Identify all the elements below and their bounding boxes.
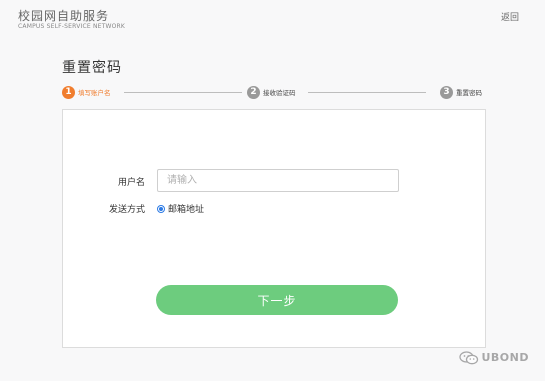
watermark: UBOND bbox=[459, 350, 529, 365]
username-input[interactable] bbox=[157, 169, 399, 192]
step-connector bbox=[124, 92, 242, 93]
step-2: 2 接收验证码 bbox=[247, 84, 296, 100]
radio-label: 邮箱地址 bbox=[168, 205, 205, 215]
top-bar: 校园网自助服务 CAMPUS SELF-SERVICE NETWORK 返回 bbox=[0, 0, 545, 42]
page-title: 重置密码 bbox=[62, 60, 122, 76]
email-radio-option[interactable]: 邮箱地址 bbox=[157, 202, 204, 215]
send-method-label: 发送方式 bbox=[108, 205, 145, 215]
step-number: 2 bbox=[247, 85, 260, 99]
wechat-icon bbox=[459, 350, 479, 365]
step-number: 1 bbox=[62, 85, 75, 99]
step-number: 3 bbox=[440, 85, 453, 99]
back-link[interactable]: 返回 bbox=[501, 10, 519, 23]
step-indicator: 1 填写账户名 2 接收验证码 3 重置密码 bbox=[62, 84, 488, 100]
step-label: 重置密码 bbox=[456, 89, 482, 97]
site-subtitle: CAMPUS SELF-SERVICE NETWORK bbox=[18, 23, 126, 30]
username-label: 用户名 bbox=[117, 178, 145, 188]
next-step-button[interactable]: 下一步 bbox=[156, 285, 398, 315]
step-connector bbox=[308, 92, 426, 93]
step-label: 接收验证码 bbox=[263, 89, 296, 97]
step-1: 1 填写账户名 bbox=[62, 84, 111, 100]
radio-button[interactable] bbox=[157, 204, 165, 213]
step-label: 填写账户名 bbox=[78, 89, 111, 97]
site-title: 校园网自助服务 bbox=[18, 9, 110, 23]
watermark-text: UBOND bbox=[481, 350, 529, 364]
step-3: 3 重置密码 bbox=[440, 84, 482, 100]
